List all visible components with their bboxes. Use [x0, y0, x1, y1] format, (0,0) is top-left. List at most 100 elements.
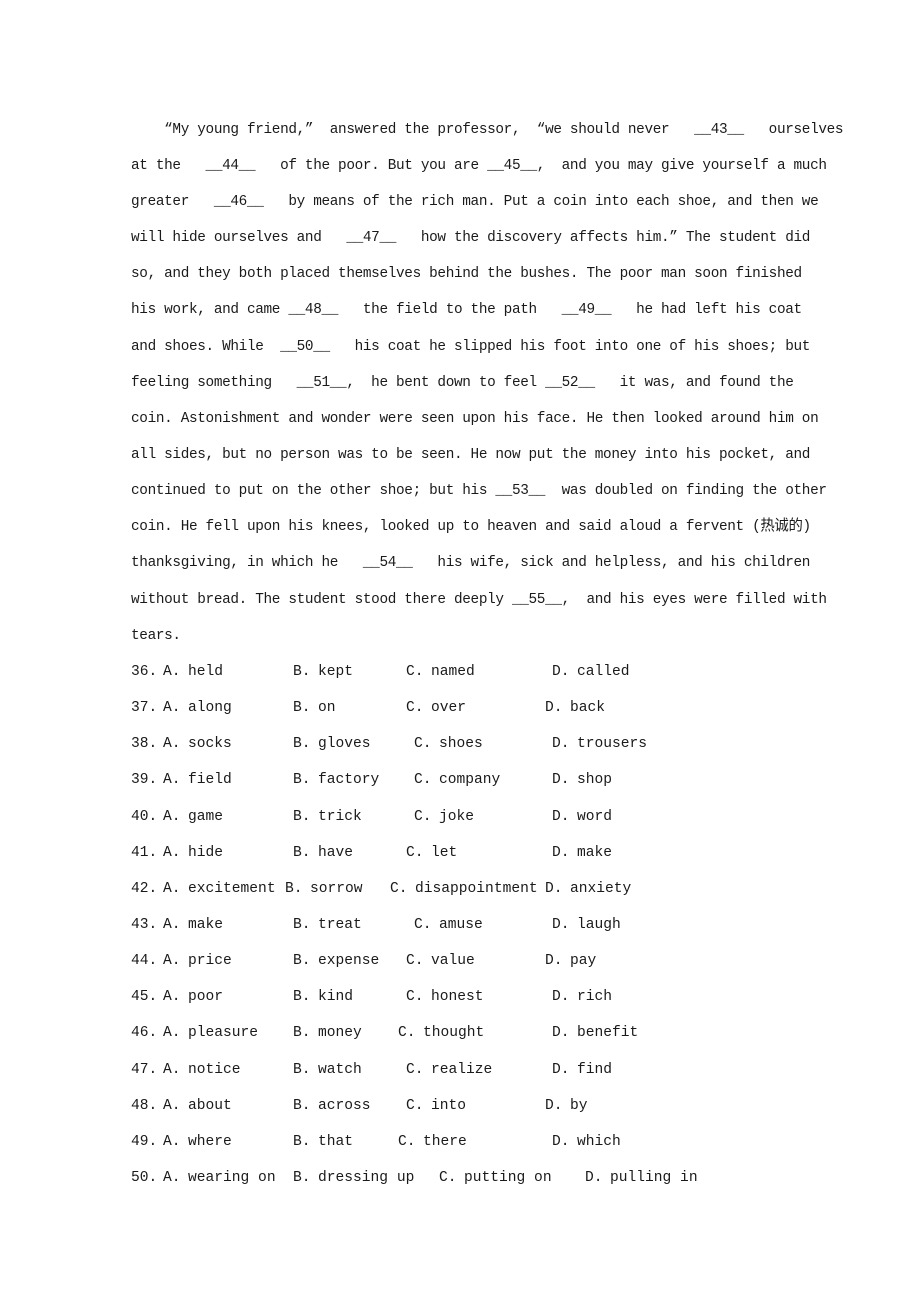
- option-letter-c: C.: [406, 1097, 424, 1114]
- passage-line: all sides, but no person was to be seen.…: [131, 447, 811, 463]
- option-letter-c: C.: [414, 736, 432, 753]
- passage-line: continued to put on the other shoe; but …: [131, 483, 827, 499]
- passage-line: and shoes. While __50__ his coat he slip…: [131, 339, 811, 355]
- option-text-c: realize: [431, 1061, 493, 1078]
- option-text-a: poor: [188, 989, 224, 1006]
- option-text-a: where: [188, 1133, 232, 1150]
- option-text-b: on: [318, 700, 336, 717]
- question-row: 50. A. wearing on B. dressing up C. putting on…: [0, 1169, 920, 1187]
- option-letter-c: C.: [406, 989, 424, 1006]
- passage-line: feeling something __51__, he bent down t…: [131, 375, 794, 391]
- option-letter-c: C.: [414, 808, 432, 825]
- question-row: 38. A. socks B. gloves C. shoes D. trousers: [0, 735, 920, 753]
- option-text-b: watch: [318, 1061, 362, 1078]
- option-text-c: disappointment: [415, 880, 538, 897]
- option-text-d: pulling in: [610, 1169, 698, 1186]
- option-letter-a: A.: [163, 1025, 181, 1042]
- option-letter-a: A.: [163, 808, 181, 825]
- option-letter-c: C.: [390, 880, 408, 897]
- option-text-b: have: [318, 844, 354, 861]
- question-number: 46.: [131, 1025, 158, 1042]
- option-letter-d: D.: [552, 664, 570, 680]
- question-row: 36. A. held B. kept C. named D. called: [0, 663, 920, 681]
- option-text-d: shop: [577, 772, 613, 789]
- option-text-c: company: [439, 772, 501, 789]
- option-text-a: game: [188, 808, 224, 825]
- passage-line: greater __46__ by means of the rich man.…: [131, 194, 819, 210]
- option-text-b: kind: [318, 989, 354, 1006]
- option-text-a: wearing on: [188, 1169, 276, 1186]
- option-text-d: trousers: [577, 736, 648, 753]
- option-letter-d: D.: [552, 1133, 570, 1150]
- option-text-d: which: [577, 1133, 621, 1150]
- question-row: 49. A. where B. that C. there D. which: [0, 1133, 920, 1151]
- option-text-d: laugh: [577, 916, 621, 933]
- option-text-a: make: [188, 916, 224, 933]
- option-letter-b: B.: [293, 916, 311, 933]
- option-letter-b: B.: [293, 664, 311, 680]
- passage-line: his work, and came __48__ the field to t…: [131, 302, 802, 318]
- option-letter-b: B.: [293, 1061, 311, 1078]
- passage-line: so, and they both placed themselves behi…: [131, 266, 802, 282]
- option-letter-d: D.: [585, 1169, 603, 1186]
- question-row: 40. A. game B. trick C. joke D. word: [0, 808, 920, 826]
- option-letter-a: A.: [163, 880, 181, 897]
- question-row: 47. A. notice B. watch C. realize D. find: [0, 1061, 920, 1079]
- option-letter-b: B.: [293, 1025, 311, 1042]
- option-text-d: anxiety: [570, 880, 632, 897]
- option-letter-a: A.: [163, 1169, 181, 1186]
- option-letter-b: B.: [293, 1097, 311, 1114]
- question-row: 39. A. field B. factory C. company D. shop: [0, 771, 920, 789]
- option-text-b: expense: [318, 953, 380, 970]
- option-text-b: gloves: [318, 736, 371, 753]
- option-text-a: about: [188, 1097, 232, 1114]
- option-text-d: called: [577, 664, 630, 680]
- option-text-b: kept: [318, 664, 354, 680]
- option-text-c: honest: [431, 989, 484, 1006]
- document-page: “My young friend,” answered the professo…: [0, 0, 920, 1302]
- question-number: 39.: [131, 772, 158, 789]
- question-number: 41.: [131, 844, 158, 861]
- option-letter-d: D.: [552, 844, 570, 861]
- option-letter-c: C.: [406, 1061, 424, 1078]
- option-text-c: shoes: [439, 736, 483, 753]
- option-letter-a: A.: [163, 772, 181, 789]
- question-number: 50.: [131, 1169, 158, 1186]
- option-text-d: by: [570, 1097, 588, 1114]
- question-row: 42. A. excitement B. sorrow C. disappointment D…: [0, 880, 920, 898]
- option-letter-b: B.: [293, 844, 311, 861]
- option-text-d: rich: [577, 989, 613, 1006]
- question-row: 43. A. make B. treat C. amuse D. laugh: [0, 916, 920, 934]
- option-text-a: socks: [188, 736, 232, 753]
- option-letter-a: A.: [163, 989, 181, 1006]
- option-text-a: hide: [188, 844, 224, 861]
- question-number: 47.: [131, 1061, 158, 1078]
- option-letter-c: C.: [414, 916, 432, 933]
- passage-line: “My young friend,” answered the professo…: [131, 122, 844, 138]
- option-text-b: sorrow: [310, 880, 363, 897]
- option-text-a: notice: [188, 1061, 241, 1078]
- question-number: 37.: [131, 700, 158, 717]
- option-text-a: price: [188, 953, 232, 970]
- question-row: 45. A. poor B. kind C. honest D. rich: [0, 988, 920, 1006]
- option-text-c: there: [423, 1133, 467, 1150]
- option-letter-b: B.: [293, 989, 311, 1006]
- passage-line: coin. Astonishment and wonder were seen …: [131, 411, 819, 427]
- option-letter-b: B.: [293, 953, 311, 970]
- option-text-b: dressing up: [318, 1169, 415, 1186]
- option-letter-d: D.: [545, 700, 563, 717]
- option-text-b: treat: [318, 916, 362, 933]
- question-row: 46. A. pleasure B. money C. thought D. benefit: [0, 1024, 920, 1042]
- option-letter-d: D.: [552, 989, 570, 1006]
- option-text-c: value: [431, 953, 475, 970]
- passage-line: thanksgiving, in which he __54__ his wif…: [131, 555, 811, 571]
- option-letter-c: C.: [406, 664, 424, 680]
- option-letter-a: A.: [163, 953, 181, 970]
- option-letter-c: C.: [406, 700, 424, 717]
- option-letter-b: B.: [293, 736, 311, 753]
- option-text-a: along: [188, 700, 232, 717]
- passage-line: at the __44__ of the poor. But you are _…: [131, 158, 827, 174]
- question-number: 40.: [131, 808, 158, 825]
- option-letter-b: B.: [293, 1133, 311, 1150]
- question-row: 37. A. along B. on C. over D. back: [0, 699, 920, 717]
